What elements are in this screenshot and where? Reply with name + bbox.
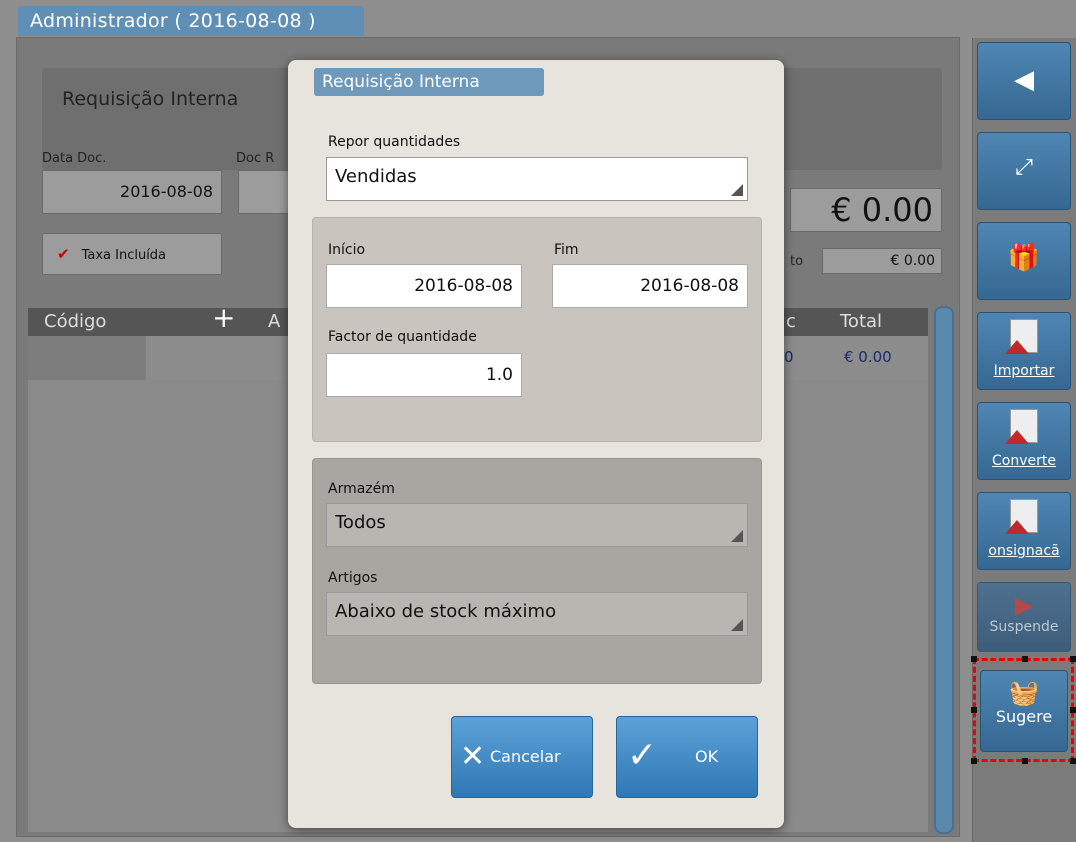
- resize-handle: [971, 707, 977, 713]
- repor-label: Repor quantidades: [328, 134, 461, 150]
- resize-handle: [1022, 758, 1028, 764]
- fim-field[interactable]: 2016-08-08: [552, 264, 748, 308]
- grid-scrollbar[interactable]: [934, 306, 954, 834]
- convert-document-icon: [1005, 409, 1038, 444]
- resize-handle: [1070, 656, 1076, 662]
- document-title: Requisição Interna: [62, 88, 239, 110]
- fim-label: Fim: [554, 242, 579, 258]
- resize-handle: [971, 758, 977, 764]
- row-total: € 0.00: [844, 348, 892, 366]
- document-total: € 0.00: [790, 188, 942, 232]
- convert-button[interactable]: Converte: [977, 402, 1071, 480]
- gift-button[interactable]: 🎁: [977, 222, 1071, 300]
- armazem-value: Todos: [335, 512, 386, 533]
- factor-field[interactable]: 1.0: [326, 353, 522, 397]
- consignment-button[interactable]: onsignacã: [977, 492, 1071, 570]
- subtotal-value: € 0.00: [822, 248, 942, 274]
- repor-value: Vendidas: [335, 166, 417, 187]
- expand-icon: ⤢: [1015, 155, 1033, 180]
- resize-handle: [971, 656, 977, 662]
- gift-icon: 🎁: [1007, 243, 1041, 273]
- checkmark-icon: ✔: [57, 245, 70, 263]
- tax-included-checkbox[interactable]: ✔ Taxa Incluída: [42, 233, 222, 275]
- convert-label: Converte: [992, 453, 1056, 469]
- suspend-arrow-icon: ▶: [1014, 591, 1034, 619]
- suspend-label: Suspende: [989, 619, 1059, 635]
- add-plus-icon[interactable]: +: [212, 304, 235, 332]
- resize-handle: [1070, 758, 1076, 764]
- dropdown-corner-icon: [731, 184, 743, 196]
- factor-label: Factor de quantidade: [328, 329, 477, 345]
- ok-label: OK: [695, 747, 719, 766]
- consignment-document-icon: [1005, 499, 1038, 534]
- cancel-label: Cancelar: [490, 747, 561, 766]
- ok-check-icon: ✓: [627, 735, 658, 776]
- dialog-title: Requisição Interna: [314, 68, 544, 96]
- subtotal-label: to: [790, 254, 804, 269]
- column-header-c[interactable]: c: [786, 308, 796, 336]
- table-cell-code: [28, 336, 146, 380]
- artigos-label: Artigos: [328, 570, 378, 586]
- tax-included-label: Taxa Incluída: [81, 248, 167, 263]
- import-button[interactable]: Importar: [977, 312, 1071, 390]
- ok-button[interactable]: ✓ OK: [616, 716, 758, 798]
- back-button[interactable]: ◀: [977, 42, 1071, 120]
- suspend-button[interactable]: ▶ Suspende: [977, 582, 1071, 652]
- armazem-select[interactable]: Todos: [326, 503, 748, 547]
- cancel-button[interactable]: ✕ Cancelar: [451, 716, 593, 798]
- artigos-value: Abaixo de stock máximo: [335, 601, 557, 622]
- column-header-a[interactable]: A: [268, 308, 280, 336]
- resize-handle: [1070, 707, 1076, 713]
- back-arrow-icon: ◀: [1014, 65, 1034, 95]
- window-title: Administrador ( 2016-08-08 ): [18, 6, 364, 36]
- cancel-x-icon: ✕: [460, 739, 486, 774]
- dropdown-corner-icon: [731, 619, 743, 631]
- resize-handle: [1022, 656, 1028, 662]
- inicio-field[interactable]: 2016-08-08: [326, 264, 522, 308]
- import-document-icon: [1005, 319, 1038, 354]
- armazem-label: Armazém: [328, 481, 395, 497]
- consignment-label: onsignacã: [988, 543, 1060, 559]
- column-header-codigo[interactable]: Código: [44, 308, 106, 336]
- inicio-label: Início: [328, 242, 366, 258]
- dropdown-corner-icon: [731, 530, 743, 542]
- column-header-total[interactable]: Total: [840, 308, 882, 336]
- artigos-select[interactable]: Abaixo de stock máximo: [326, 592, 748, 636]
- row-qty-fragment: 0: [784, 348, 794, 366]
- selection-highlight: [971, 656, 1076, 764]
- repor-select[interactable]: Vendidas: [326, 157, 748, 201]
- date-field[interactable]: 2016-08-08: [42, 170, 222, 214]
- docref-label: Doc R: [236, 151, 275, 166]
- import-label: Importar: [993, 363, 1055, 379]
- expand-button[interactable]: ⤢: [977, 132, 1071, 210]
- date-label: Data Doc.: [42, 151, 107, 166]
